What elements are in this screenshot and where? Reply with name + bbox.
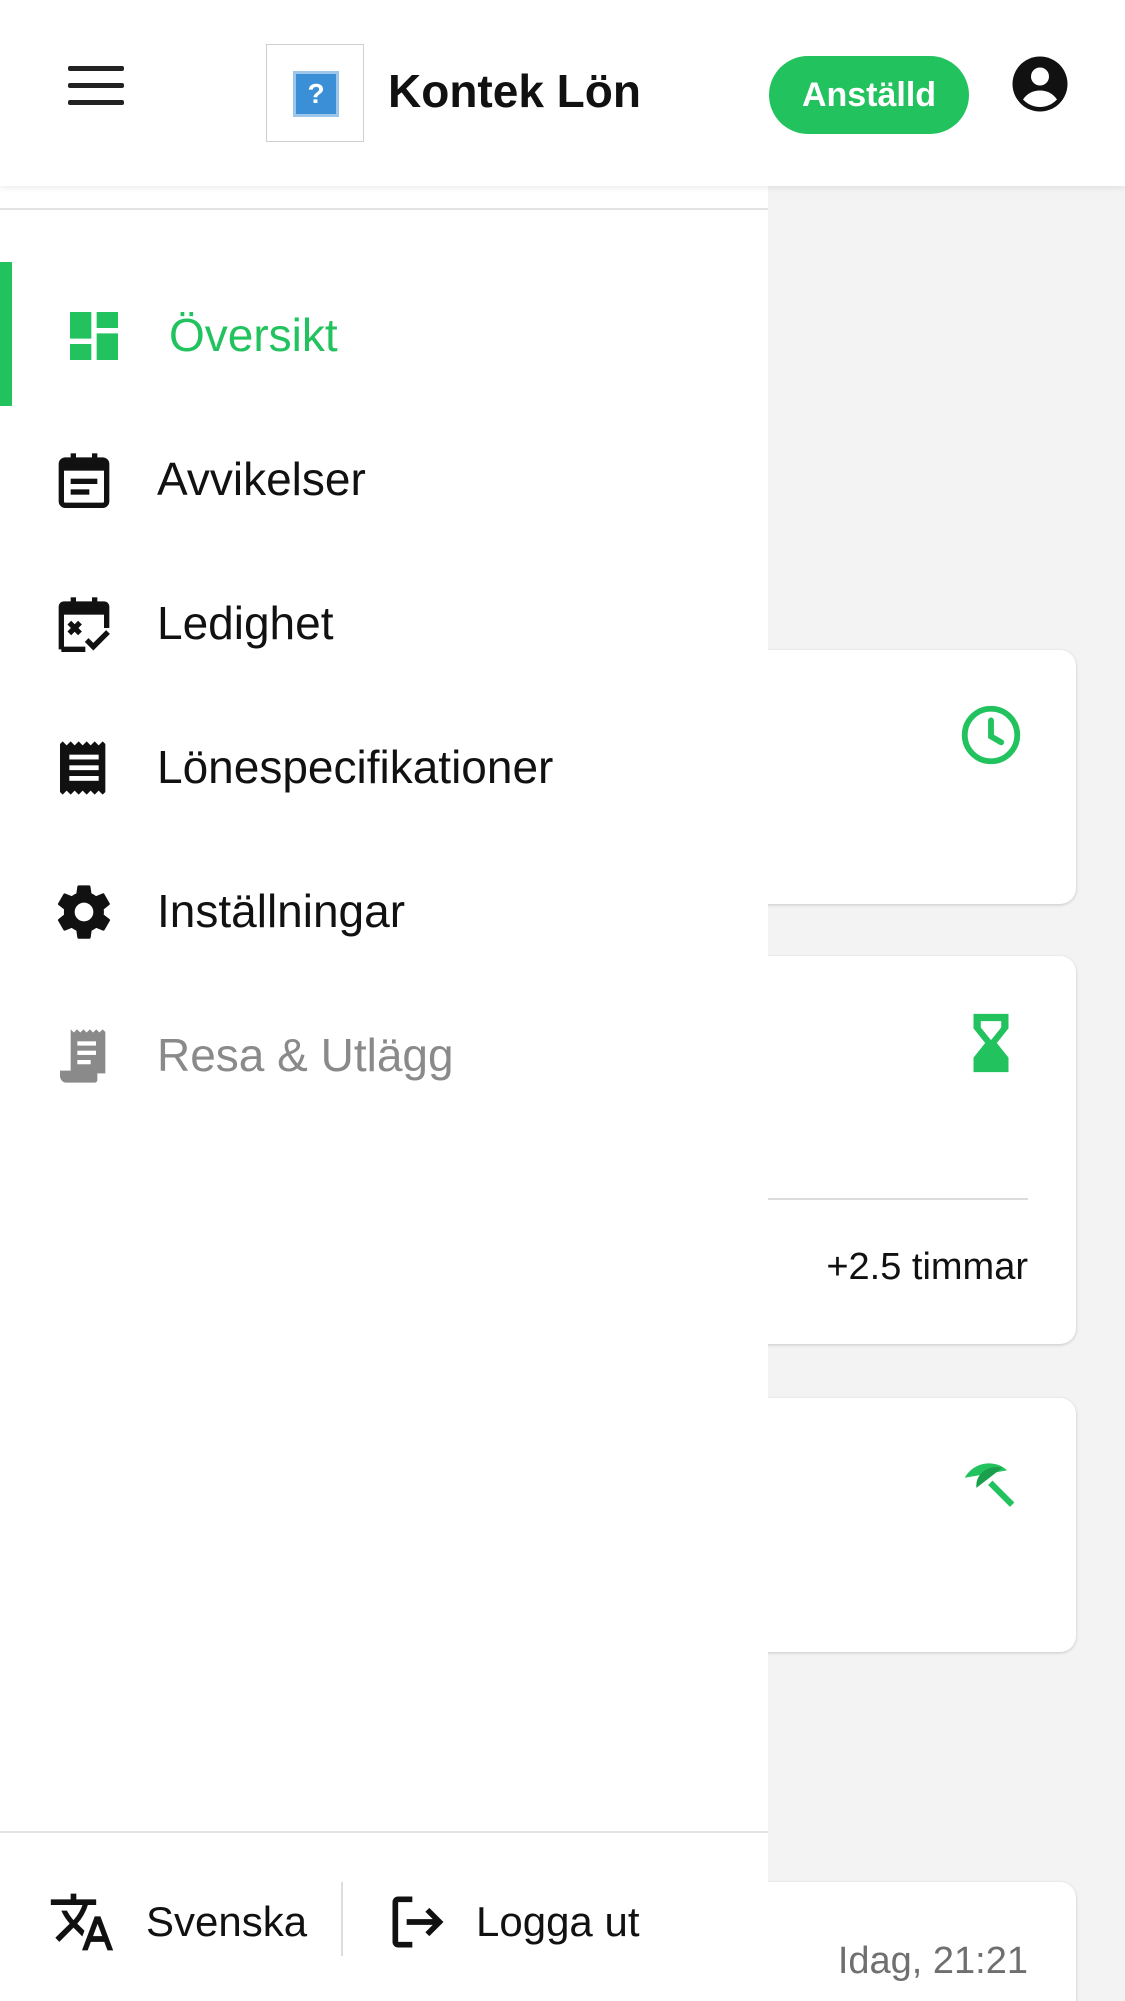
flex-hours-value: +2.5 timmar <box>826 1246 1028 1288</box>
receipt-icon <box>60 741 106 795</box>
active-indicator <box>0 262 12 406</box>
sidebar-item-label: Inställningar <box>157 885 406 937</box>
sidebar-item-avvikelser[interactable]: Avvikelser <box>0 406 768 550</box>
translate-icon <box>50 1893 114 1951</box>
gear-icon <box>57 885 111 939</box>
logout-label: Logga ut <box>476 1898 640 1945</box>
navigation-drawer: Översikt Avvikelser Ledighet Lönespecifi… <box>0 186 768 2001</box>
menu-icon[interactable] <box>68 66 124 106</box>
status-badge[interactable]: Anställd <box>769 56 969 134</box>
hourglass-icon <box>973 1013 1009 1073</box>
app-logo: ? <box>266 44 364 142</box>
calendar-check-icon <box>58 597 110 652</box>
app-header: ? Kontek Lön Anställd <box>0 0 1125 186</box>
clock-icon <box>961 705 1021 765</box>
dashboard-icon <box>70 312 118 360</box>
calendar-note-icon <box>58 453 110 508</box>
sidebar-item-label: Resa & Utlägg <box>157 1029 454 1081</box>
app-title: Kontek Lön <box>388 65 641 117</box>
logout-icon <box>392 1896 444 1948</box>
logout-button[interactable]: Logga ut <box>380 1876 680 1966</box>
sidebar-item-lonespecifikationer[interactable]: Lönespecifikationer <box>0 694 768 838</box>
activity-timestamp: Idag, 21:21 <box>837 1940 1028 1982</box>
sidebar-item-label: Ledighet <box>157 597 334 649</box>
sidebar-item-ledighet[interactable]: Ledighet <box>0 550 768 694</box>
sidebar-item-installningar[interactable]: Inställningar <box>0 838 768 982</box>
receipt-long-icon <box>60 1029 106 1083</box>
drawer-divider <box>0 208 768 210</box>
sidebar-item-oversikt[interactable]: Översikt <box>0 262 768 406</box>
footer-separator <box>341 1882 343 1956</box>
language-button[interactable]: Svenska <box>40 1876 320 1966</box>
sidebar-item-resa-utlagg[interactable]: Resa & Utlägg <box>0 982 768 1126</box>
account-icon[interactable] <box>1010 54 1070 114</box>
sidebar-item-label: Lönespecifikationer <box>157 741 554 793</box>
sidebar-item-label: Översikt <box>169 309 338 361</box>
language-label: Svenska <box>146 1898 308 1945</box>
beach-umbrella-icon <box>964 1463 1015 1507</box>
logo-placeholder-icon: ? <box>293 71 339 117</box>
drawer-footer-divider <box>0 1831 768 1833</box>
sidebar-item-label: Avvikelser <box>157 453 366 505</box>
